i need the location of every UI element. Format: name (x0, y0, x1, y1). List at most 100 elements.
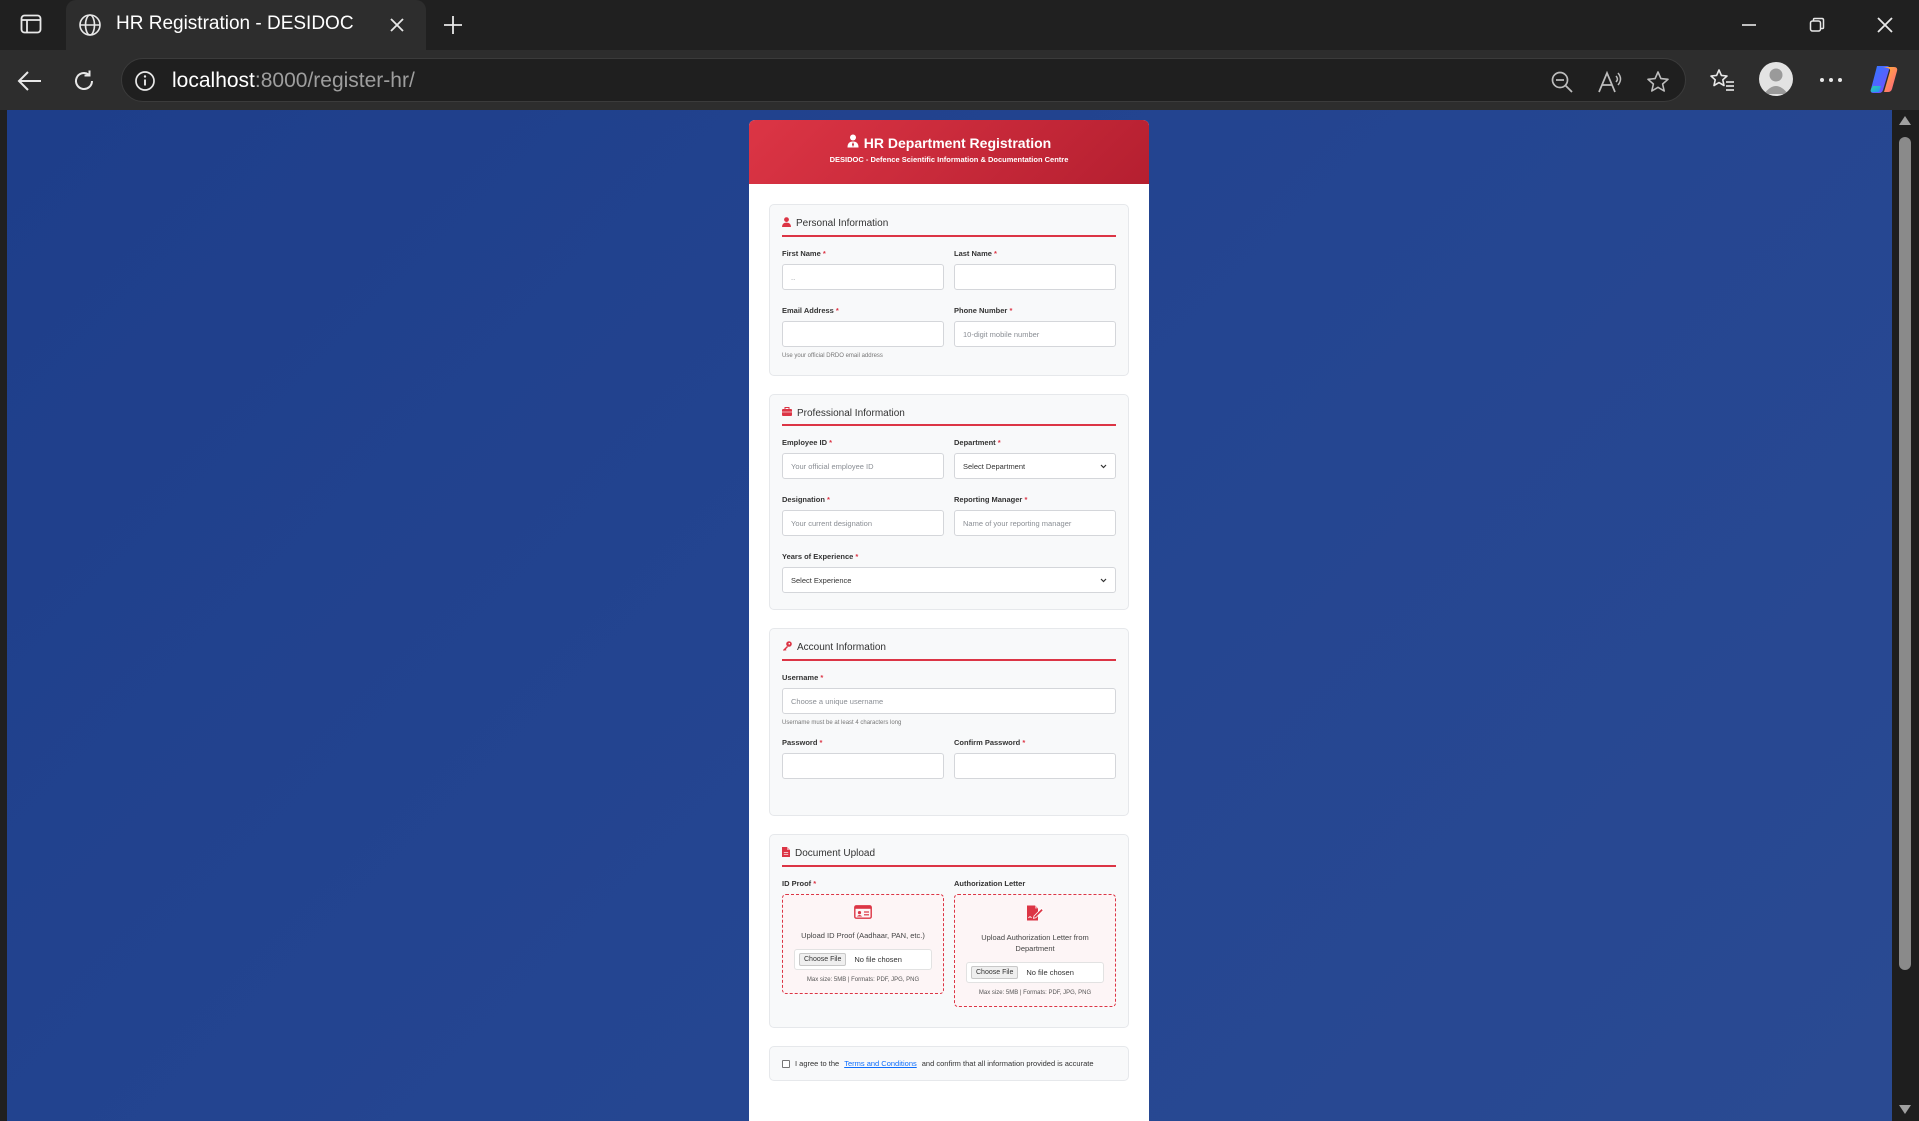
scroll-down-arrow-icon[interactable] (1899, 1105, 1911, 1114)
url-text: localhost:8000/register-hr/ (172, 69, 415, 92)
close-tab-icon[interactable] (384, 12, 410, 38)
browser-tab[interactable]: HR Registration - DESIDOC (66, 0, 426, 50)
page-subtitle: DESIDOC - Defence Scientific Information… (829, 155, 1069, 164)
authorization-letter-instructions: Upload Authorization Letter from Departm… (981, 933, 1089, 953)
required-mark: * (1024, 495, 1028, 504)
id-proof-dropzone[interactable]: Upload ID Proof (Aadhaar, PAN, etc.) Cho… (782, 894, 944, 994)
file-status: No file chosen (1026, 968, 1074, 977)
id-proof-file-input[interactable]: Choose File No file chosen (794, 949, 932, 970)
section-title: Professional Information (797, 407, 905, 419)
browser-toolbar: localhost:8000/register-hr/ (0, 50, 1919, 110)
favorites-icon[interactable] (1705, 63, 1739, 97)
choose-file-button[interactable]: Choose File (971, 966, 1019, 979)
experience-selected: Select Experience (791, 575, 852, 585)
designation-label: Designation (782, 495, 825, 504)
username-input[interactable] (782, 688, 1116, 714)
terms-link[interactable]: Terms and Conditions (844, 1059, 917, 1068)
id-proof-instructions: Upload ID Proof (Aadhaar, PAN, etc.) (801, 931, 925, 940)
minimize-icon[interactable] (1729, 10, 1769, 40)
close-window-icon[interactable] (1865, 10, 1905, 40)
required-mark: * (997, 438, 1001, 447)
terms-suffix: and confirm that all information provide… (921, 1059, 1094, 1068)
zoom-out-icon[interactable] (1548, 68, 1576, 96)
email-input[interactable] (782, 321, 944, 347)
confirm-password-input[interactable] (954, 753, 1116, 779)
last-name-input[interactable] (954, 264, 1116, 290)
required-mark: * (1009, 306, 1013, 315)
profile-avatar[interactable] (1759, 62, 1793, 96)
restore-icon[interactable] (1797, 10, 1837, 40)
reload-icon[interactable] (68, 65, 100, 97)
required-mark: * (813, 879, 817, 888)
page-scrollbar[interactable] (1892, 110, 1919, 1121)
section-title: Personal Information (796, 218, 889, 229)
authorization-letter-file-input[interactable]: Choose File No file chosen (966, 962, 1104, 983)
authorization-letter-dropzone[interactable]: Upload Authorization Letter from Departm… (954, 894, 1116, 1007)
browser-tab-bar: HR Registration - DESIDOC (0, 0, 1919, 50)
file-status: No file chosen (854, 955, 902, 964)
section-title: Document Upload (795, 848, 876, 859)
address-bar[interactable]: localhost:8000/register-hr/ (121, 58, 1686, 102)
id-card-icon (854, 905, 872, 923)
tab-title: HR Registration - DESIDOC (116, 13, 354, 34)
manager-input[interactable] (954, 510, 1116, 536)
scroll-up-arrow-icon[interactable] (1899, 116, 1911, 125)
department-selected: Select Department (963, 461, 1026, 471)
phone-label: Phone Number (954, 306, 1008, 315)
copilot-icon[interactable] (1867, 62, 1901, 96)
experience-select[interactable]: Select Experience (782, 567, 1116, 593)
phone-input[interactable] (954, 321, 1116, 347)
back-arrow-icon[interactable] (14, 65, 46, 97)
required-mark: * (822, 249, 826, 258)
choose-file-button[interactable]: Choose File (799, 953, 847, 966)
required-mark: * (819, 738, 823, 747)
first-name-input[interactable] (782, 264, 944, 290)
required-mark: * (820, 673, 824, 682)
department-select[interactable]: Select Department (954, 453, 1116, 479)
personal-info-section: Personal Information First Name * Last N… (769, 204, 1129, 376)
file-signature-icon (1026, 905, 1044, 925)
manager-label: Reporting Manager (954, 495, 1023, 504)
site-info-icon[interactable] (132, 68, 158, 94)
required-mark: * (829, 438, 833, 447)
chevron-down-icon (1100, 576, 1107, 585)
page-viewport: HR Department Registration DESIDOC - Def… (7, 110, 1892, 1121)
professional-info-section: Professional Information Employee ID * D… (769, 394, 1129, 610)
terms-checkbox[interactable] (782, 1059, 790, 1068)
registration-card: HR Department Registration DESIDOC - Def… (749, 120, 1149, 1121)
designation-input[interactable] (782, 510, 944, 536)
terms-agreement: I agree to the Terms and Conditions and … (769, 1046, 1129, 1081)
user-icon (782, 217, 791, 230)
new-tab-icon[interactable] (438, 10, 468, 40)
globe-icon (76, 11, 104, 39)
tab-actions-icon[interactable] (14, 11, 48, 37)
file-requirements: Max size: 5MB | Formats: PDF, JPG, PNG (806, 977, 920, 983)
id-proof-label: ID Proof (782, 879, 812, 888)
read-aloud-icon[interactable] (1596, 68, 1624, 96)
key-icon (782, 641, 792, 654)
favorite-star-icon[interactable] (1644, 68, 1672, 96)
file-requirements: Max size: 5MB | Formats: PDF, JPG, PNG (978, 990, 1092, 996)
password-label: Password (782, 738, 818, 747)
email-label: Email Address (782, 306, 834, 315)
file-icon (782, 847, 790, 860)
form: Personal Information First Name * Last N… (749, 184, 1149, 1081)
employee-id-input[interactable] (782, 453, 944, 479)
department-label: Department (954, 438, 996, 447)
authorization-letter-label: Authorization Letter (954, 879, 1026, 888)
password-input[interactable] (782, 753, 944, 779)
page-title: HR Department Registration (863, 134, 1052, 151)
chevron-down-icon (1100, 462, 1107, 471)
last-name-label: Last Name (954, 249, 992, 258)
briefcase-icon (782, 407, 792, 419)
user-tie-icon (847, 134, 859, 151)
more-options-icon[interactable] (1814, 63, 1848, 97)
experience-label: Years of Experience (782, 552, 854, 561)
account-info-section: Account Information Username * Username … (769, 628, 1129, 816)
terms-prefix: I agree to the (795, 1059, 840, 1068)
document-upload-section: Document Upload ID Proof * Upload ID Pro… (769, 834, 1129, 1028)
scrollbar-thumb[interactable] (1899, 137, 1911, 970)
required-mark: * (827, 495, 830, 504)
section-title: Account Information (797, 642, 886, 653)
email-hint: Use your official DRDO email address (782, 353, 883, 359)
